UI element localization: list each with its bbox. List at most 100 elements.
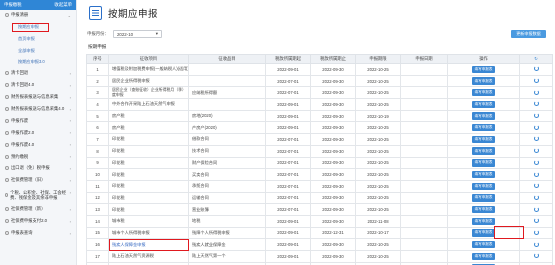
sidebar-item[interactable]: 清卡回退4.0 › [0, 80, 76, 92]
sidebar-item[interactable]: 财务报表报送与信息采集 › [0, 92, 76, 104]
sidebar-item[interactable]: 个税、公积金、社保、工会经费、残保金及其余非申报 › [0, 187, 76, 204]
refresh-icon[interactable] [533, 101, 539, 107]
cell-item: 印花税 [108, 203, 189, 216]
chevron-down-icon: ⌄ [67, 12, 71, 18]
sidebar-menu: 申报清册 ⌄ 按期应申报 首页申报 全部申报 按期应申报3.0 清卡回退 › 清卡回退4.0 › 财… [0, 10, 76, 239]
cell-operation: 填写申报表 [447, 98, 520, 111]
table-row: 10 印花税 买卖合同 2022-07-01 2022-09-30 2022-10-25 填… [86, 168, 553, 181]
cell-refresh [519, 203, 553, 216]
refresh-icon[interactable] [533, 229, 539, 235]
item-name: 印花税 [112, 136, 125, 142]
fill-declaration-button[interactable]: 填写申报表 [472, 194, 495, 202]
table-row: 13 印花税 营业账簿 2022-07-01 2022-09-30 2022-10-25 填… [86, 203, 553, 216]
cell-refresh [519, 63, 553, 76]
fill-declaration-button[interactable]: 填写申报表 [472, 252, 495, 261]
sidebar-item-label: 社保费管理（新） [11, 206, 46, 212]
fill-declaration-button[interactable]: 填写申报表 [472, 100, 495, 109]
fill-declaration-button[interactable]: 填写申报表 [472, 135, 495, 144]
refresh-icon[interactable] [533, 148, 539, 154]
sidebar-item[interactable]: 申报作废4.0 › [0, 139, 76, 151]
refresh-icon[interactable] [533, 218, 539, 224]
sidebar-item[interactable]: 清卡回退 › [0, 68, 76, 80]
table-row: 8 印花税 技术合同 2022-07-01 2022-09-30 2022-10-25 填写… [86, 144, 553, 158]
refresh-icon[interactable] [533, 253, 539, 259]
table-row: 7 印花税 借款合同 2022-07-01 2022-09-30 2022-10-25 填写… [86, 133, 553, 146]
refresh-icon[interactable] [533, 183, 539, 189]
cell-deadline: 2022-10-25 [355, 86, 401, 100]
fill-declaration-button[interactable]: 填写申报表 [472, 229, 495, 237]
sidebar-subitem[interactable]: 全部申报 [0, 45, 76, 57]
cell-start: 2022-07-01 [265, 168, 311, 181]
sidebar-item[interactable]: 预约缴税 › [0, 151, 76, 163]
item-name: 印花税 [112, 159, 125, 165]
cell-deadline: 2022-10-25 [355, 133, 401, 146]
refresh-icon[interactable] [533, 78, 539, 84]
cell-no: 8 [86, 144, 109, 158]
cell-end: 2022-09-30 [310, 63, 356, 76]
sidebar-item-label: 申报作废2.0 [11, 129, 35, 135]
table-row: 17 陆上石油天然气资源税 陆上天然气第一个 2022-09-01 2022-09-30… [86, 250, 553, 263]
column-header: 申报日期 [400, 54, 448, 64]
sidebar-item[interactable]: 申报表查询 › [0, 228, 76, 240]
fill-declaration-button[interactable]: 填写申报表 [472, 217, 495, 225]
cell-operation: 填写申报表 [447, 144, 520, 158]
sidebar-subitem[interactable]: 按期应申报3.0 [0, 56, 76, 68]
cell-sub: 产房产(2020) [188, 121, 266, 135]
fill-declaration-button[interactable]: 填写申报表 [472, 159, 495, 167]
refresh-icon[interactable] [533, 136, 539, 142]
cell-refresh [519, 214, 553, 228]
refresh-icon[interactable] [533, 206, 539, 212]
refresh-icon[interactable] [533, 66, 539, 72]
month-input[interactable]: 2022-10 ▾ [112, 30, 162, 38]
sidebar-item[interactable]: 申报作废2.0 › [0, 127, 76, 139]
refresh-icon[interactable] [533, 113, 539, 119]
refresh-icon[interactable] [533, 171, 539, 177]
refresh-icon[interactable] [533, 124, 539, 130]
chevron-right-icon: › [69, 142, 71, 148]
sidebar-subitem[interactable]: 按期应申报 [12, 22, 49, 32]
sidebar-item-label: 清卡回退4.0 [11, 82, 35, 88]
refresh-data-button[interactable]: 更新申报数据 [511, 30, 546, 38]
refresh-icon[interactable] [533, 194, 539, 200]
sidebar-item[interactable]: 申报作废 › [0, 115, 76, 127]
sidebar-subitem[interactable]: 首页申报 [0, 33, 76, 45]
cell-item[interactable]: 残疾人保障金申报 [108, 238, 189, 251]
cell-operation: 填写申报表 [447, 179, 520, 193]
fill-declaration-button[interactable]: 填写申报表 [472, 170, 495, 179]
table-row: 2 居民企业所得税申报 2022-07-01 2022-09-30 2022-10-25… [86, 74, 553, 88]
cell-sub [188, 63, 266, 76]
cell-item: 印花税 [108, 133, 189, 146]
sidebar-item[interactable]: 社保费申报支付2.0 › [0, 216, 76, 228]
refresh-icon[interactable] [533, 159, 539, 165]
fill-declaration-button[interactable]: 填写申报表 [472, 89, 495, 97]
fill-declaration-button[interactable]: 填写申报表 [472, 240, 495, 249]
refresh-icon[interactable] [533, 89, 539, 95]
cell-no: 1 [86, 63, 109, 76]
cell-deadline: 2022-10-25 [355, 203, 401, 216]
section-label: 按期申报 [88, 44, 107, 49]
sidebar-item[interactable]: 申报清册 ⌄ [0, 10, 76, 22]
bullet-icon [5, 95, 9, 100]
table-row: 1 增值税及附加税费申报(一般纳税人)(适用) 2022-09-01 2022-09-… [86, 63, 553, 76]
refresh-icon[interactable] [533, 241, 539, 247]
cell-end: 2022-09-30 [310, 191, 356, 205]
fill-declaration-button[interactable]: 填写申报表 [472, 182, 495, 190]
fill-declaration-button[interactable]: 填写申报表 [472, 77, 495, 85]
collapse-menu-button[interactable]: 收起菜单 [54, 2, 72, 8]
sidebar-item[interactable]: 财务报表报送与信息采集4.0 › [0, 104, 76, 116]
fill-declaration-button[interactable]: 填写申报表 [472, 205, 495, 214]
bullet-icon [5, 142, 9, 147]
cell-operation: 填写申报表 [447, 238, 520, 251]
fill-declaration-button[interactable]: 填写申报表 [472, 65, 495, 74]
fill-declaration-button[interactable]: 填写申报表 [472, 112, 495, 120]
cell-sub: 地税 [188, 214, 266, 228]
sidebar-item[interactable]: 出口退（免）税申报 › [0, 163, 76, 175]
sidebar-item-label-wrap: 申报作废4.0 [5, 142, 34, 148]
fill-declaration-button[interactable]: 填写申报表 [472, 124, 495, 132]
fill-declaration-button[interactable]: 填写申报表 [472, 147, 495, 155]
sidebar-item[interactable]: 社保费管理（旧） › [0, 175, 76, 187]
sidebar-item[interactable]: 社保费管理（新） › [0, 204, 76, 216]
cell-refresh [519, 179, 553, 193]
item-name: 陆上石油天然气资源税 [112, 253, 154, 259]
cell-operation: 填写申报表 [447, 133, 520, 146]
